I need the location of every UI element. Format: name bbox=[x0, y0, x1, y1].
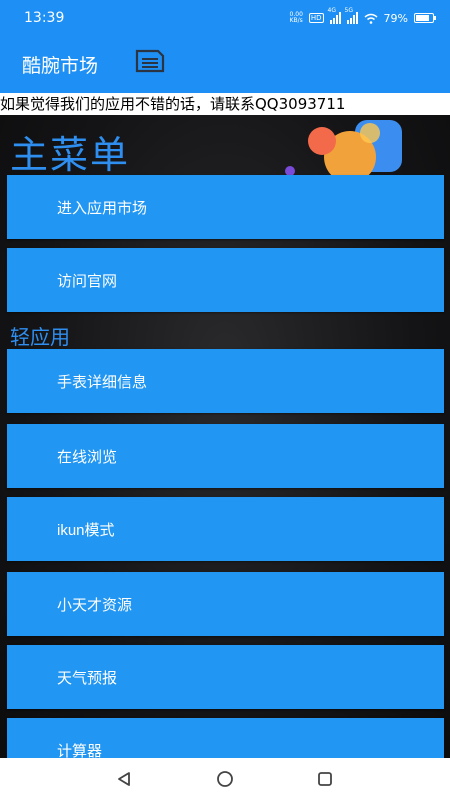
battery-icon bbox=[414, 13, 436, 23]
wifi-icon bbox=[364, 13, 378, 24]
menu-list-icon[interactable] bbox=[134, 48, 166, 74]
visit-website-button[interactable]: 访问官网 bbox=[7, 248, 444, 312]
back-triangle-icon[interactable] bbox=[116, 771, 132, 787]
network-speed: 0.00 KB/s bbox=[290, 12, 303, 24]
main-menu-title: 主菜单 bbox=[10, 133, 131, 177]
weather-forecast-button[interactable]: 天气预报 bbox=[7, 645, 444, 709]
decorative-graphic bbox=[285, 120, 402, 175]
signal-4g-icon: 4G bbox=[328, 7, 341, 24]
status-time: 13:39 bbox=[24, 10, 65, 26]
status-icons: 0.00 KB/s HD 4G 5G 79% bbox=[290, 7, 436, 26]
status-bar: 13:39 0.00 KB/s HD 4G 5G 79% bbox=[0, 0, 450, 36]
watch-details-button[interactable]: 手表详细信息 bbox=[7, 349, 444, 413]
online-browse-button[interactable]: 在线浏览 bbox=[7, 424, 444, 488]
main-content: 主菜单 进入应用市场 访问官网 轻应用 手表详细信息 在线浏览 ikun模式 小… bbox=[0, 115, 450, 758]
recents-square-icon[interactable] bbox=[317, 771, 333, 787]
signal-5g-icon: 5G bbox=[345, 7, 358, 24]
calculator-button[interactable]: 计算器 bbox=[7, 718, 444, 758]
signal-4g-label: 4G bbox=[327, 7, 337, 14]
app-bar: 酷腕市场 bbox=[0, 36, 450, 93]
home-circle-icon[interactable] bbox=[216, 771, 234, 787]
hd-badge: HD bbox=[308, 13, 324, 23]
xtc-resources-button[interactable]: 小天才资源 bbox=[7, 572, 444, 636]
ikun-mode-button[interactable]: ikun模式 bbox=[7, 497, 444, 561]
battery-percent: 79% bbox=[383, 11, 408, 25]
network-speed-unit: KB/s bbox=[289, 17, 303, 24]
signal-5g-label: 5G bbox=[344, 7, 354, 14]
battery-fill bbox=[416, 15, 429, 21]
light-apps-title: 轻应用 bbox=[10, 325, 70, 349]
enter-app-market-button[interactable]: 进入应用市场 bbox=[7, 175, 444, 239]
navigation-bar bbox=[0, 758, 450, 800]
contact-banner: 如果觉得我们的应用不错的话，请联系QQ3093711 bbox=[0, 93, 450, 115]
app-title: 酷腕市场 bbox=[22, 55, 99, 77]
